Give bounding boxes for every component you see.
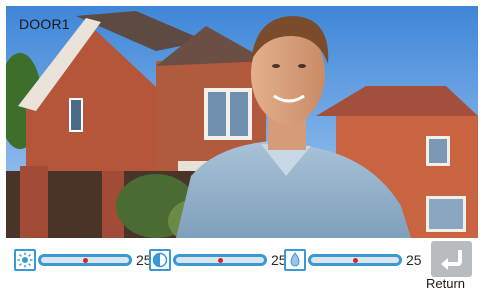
contrast-slider-knob[interactable] (218, 258, 223, 263)
color-slider-track (311, 257, 399, 263)
return-label: Return (426, 276, 466, 291)
door-label: DOOR1 (19, 16, 70, 32)
color-value: 25 (406, 252, 422, 268)
contrast-icon[interactable] (149, 249, 171, 271)
brightness-slider[interactable] (38, 254, 132, 266)
adjustment-bar: 25 25 25 Return (6, 238, 478, 291)
camera-video-feed: DOOR1 (6, 6, 478, 238)
color-slider[interactable] (308, 254, 402, 266)
contrast-slider[interactable] (173, 254, 267, 266)
intercom-screen: DOOR1 25 25 25 Return (0, 0, 484, 292)
color-slider-knob[interactable] (353, 258, 358, 263)
return-button[interactable] (431, 241, 472, 277)
brightness-icon[interactable] (14, 249, 36, 271)
brightness-slider-track (41, 257, 129, 263)
contrast-slider-track (176, 257, 264, 263)
return-arrow-icon (441, 250, 462, 270)
brightness-slider-knob[interactable] (83, 258, 88, 263)
color-drop-icon[interactable] (284, 249, 306, 271)
